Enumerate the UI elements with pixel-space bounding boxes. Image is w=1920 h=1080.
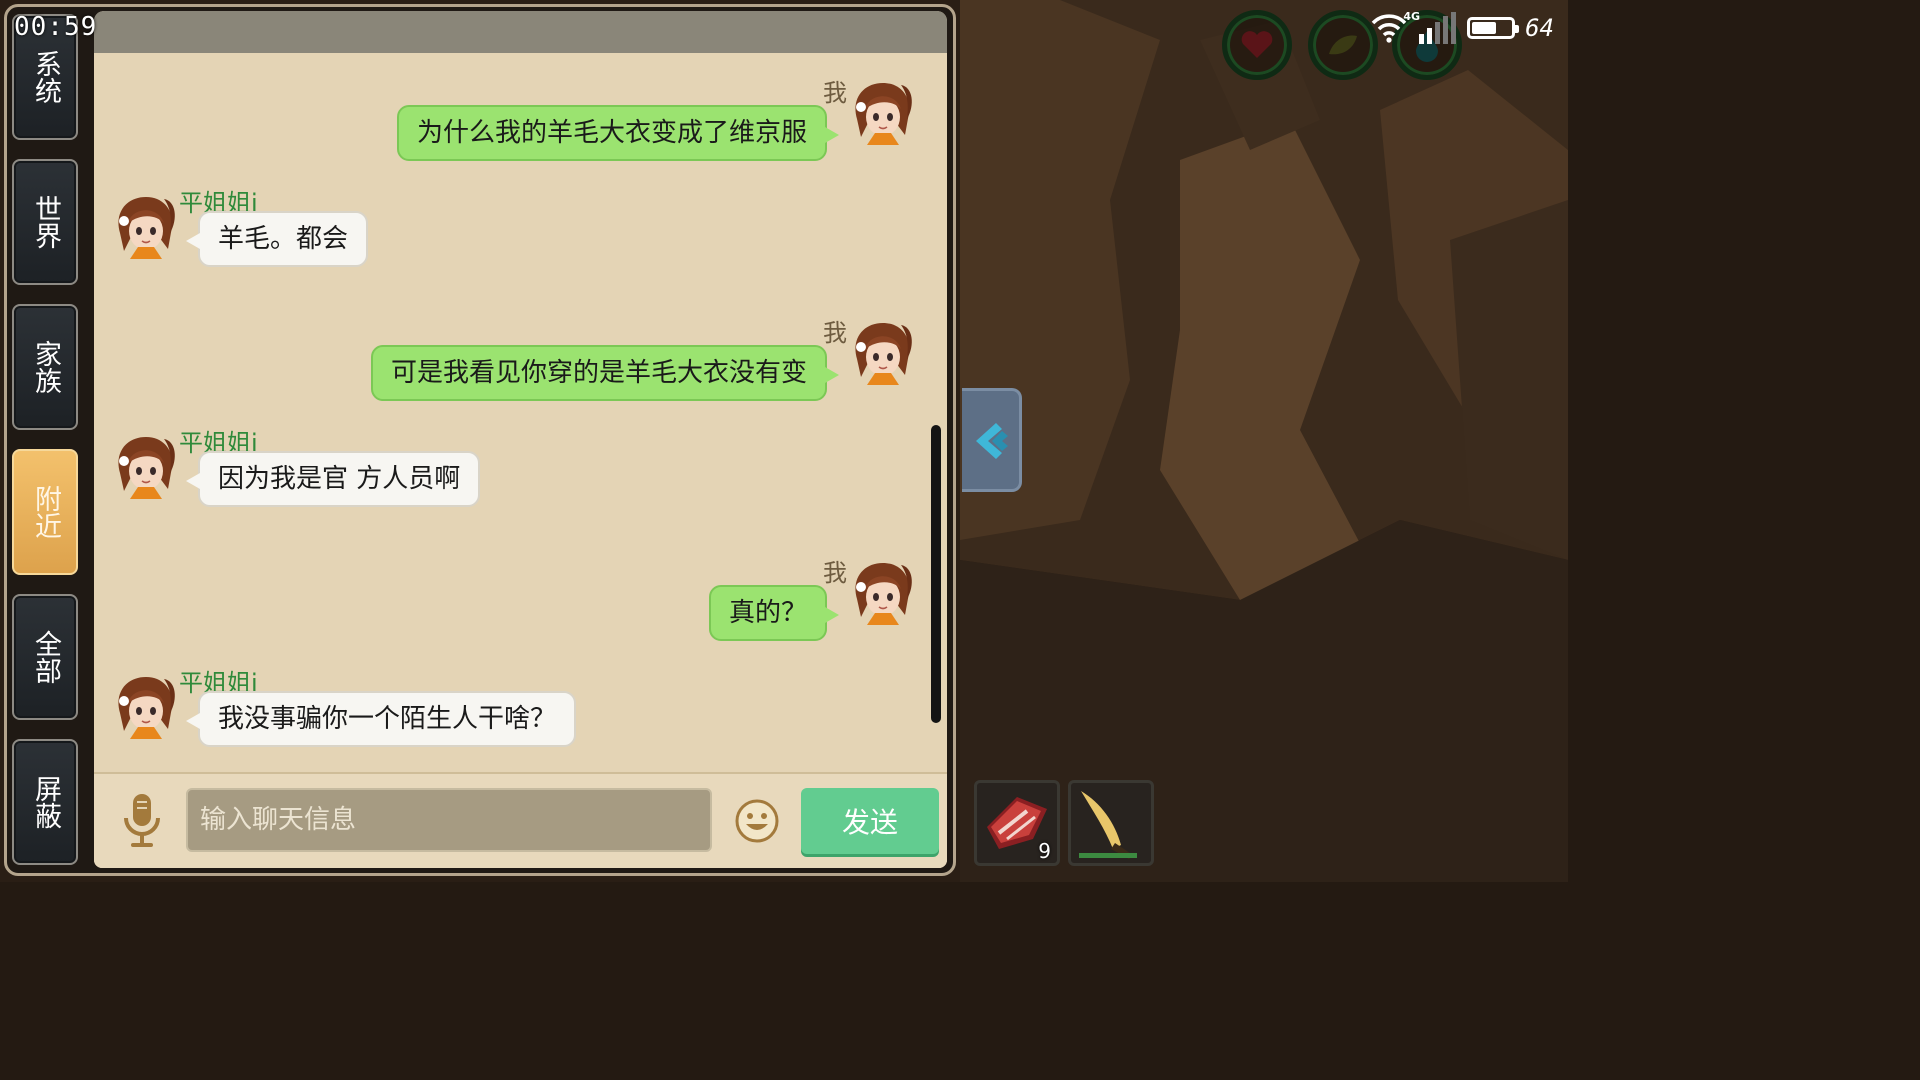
- status-clock: 00:59: [14, 12, 98, 42]
- sender-name[interactable]: 我: [823, 553, 847, 588]
- inventory-slot-knife[interactable]: [1068, 780, 1154, 866]
- hunger-ring: [1308, 10, 1378, 80]
- stamina-leaf-icon: [1329, 35, 1357, 55]
- message-bubble[interactable]: 为什么我的羊毛大衣变成了维京服: [396, 105, 840, 161]
- tab-channel-4[interactable]: 全部: [12, 594, 78, 720]
- bone-knife-icon: [1079, 791, 1137, 859]
- message-bubble[interactable]: 真的？: [708, 585, 840, 641]
- chat-input-bar: 发送: [94, 772, 947, 868]
- chat-message-row: 我为什么我的羊毛大衣变成了维京服: [94, 69, 947, 169]
- message-bubble[interactable]: 羊毛。都会: [185, 211, 369, 267]
- chevron-left-icon: [976, 423, 1008, 459]
- chat-message-row: 我真的？: [94, 549, 947, 649]
- battery-percent: 64: [1525, 14, 1554, 42]
- wifi-icon: [1371, 14, 1407, 43]
- chat-panel-header: [94, 11, 947, 53]
- chat-message-row: 平姐姐i 羊毛。都会: [94, 183, 947, 283]
- avatar[interactable]: [112, 673, 178, 743]
- chat-message-row: 平姐姐i 因为我是官 方人员啊: [94, 423, 947, 523]
- avatar[interactable]: [849, 559, 915, 629]
- chat-panel: 我为什么我的羊毛大衣变成了维京服 平姐姐i 羊毛。都会我可是我看见你穿的是羊毛大衣没…: [94, 11, 947, 868]
- tab-channel-2[interactable]: 家族: [12, 304, 78, 430]
- tab-channel-5[interactable]: 屏蔽: [12, 739, 78, 865]
- chat-message-row: 我可是我看见你穿的是羊毛大衣没有变: [94, 309, 947, 409]
- signal-bars-icon: [1419, 12, 1457, 44]
- battery-icon: [1467, 17, 1520, 39]
- message-bubble[interactable]: 因为我是官 方人员啊: [185, 451, 481, 507]
- chat-message-input[interactable]: [186, 788, 712, 852]
- microphone-icon[interactable]: [122, 792, 162, 850]
- avatar[interactable]: [112, 433, 178, 503]
- status-icons: 64: [1371, 8, 1554, 48]
- collapse-chat-button[interactable]: [962, 388, 1022, 492]
- network-type-label: 4G: [1403, 10, 1420, 23]
- avatar[interactable]: [849, 79, 915, 149]
- inventory-slot-meat[interactable]: 9: [974, 780, 1060, 866]
- tab-channel-1[interactable]: 世界: [12, 159, 78, 285]
- message-bubble[interactable]: 我没事骗你一个陌生人干啥？: [185, 691, 577, 747]
- message-bubble[interactable]: 可是我看见你穿的是羊毛大衣没有变: [370, 345, 840, 401]
- sender-name[interactable]: 我: [823, 73, 847, 108]
- message-scrollbar[interactable]: [931, 425, 941, 723]
- send-button[interactable]: 发送: [801, 788, 939, 854]
- item-count: 9: [1038, 839, 1051, 863]
- avatar[interactable]: [849, 319, 915, 389]
- smiley-icon[interactable]: [734, 798, 780, 844]
- health-ring: [1222, 10, 1292, 80]
- heart-icon: [1241, 31, 1273, 58]
- sender-name[interactable]: 我: [823, 313, 847, 348]
- tab-channel-3[interactable]: 附近: [12, 449, 78, 575]
- message-list[interactable]: 我为什么我的羊毛大衣变成了维京服 平姐姐i 羊毛。都会我可是我看见你穿的是羊毛大衣没…: [94, 53, 947, 773]
- avatar[interactable]: [112, 193, 178, 263]
- chat-message-row: 平姐姐i 我没事骗你一个陌生人干啥？: [94, 663, 947, 763]
